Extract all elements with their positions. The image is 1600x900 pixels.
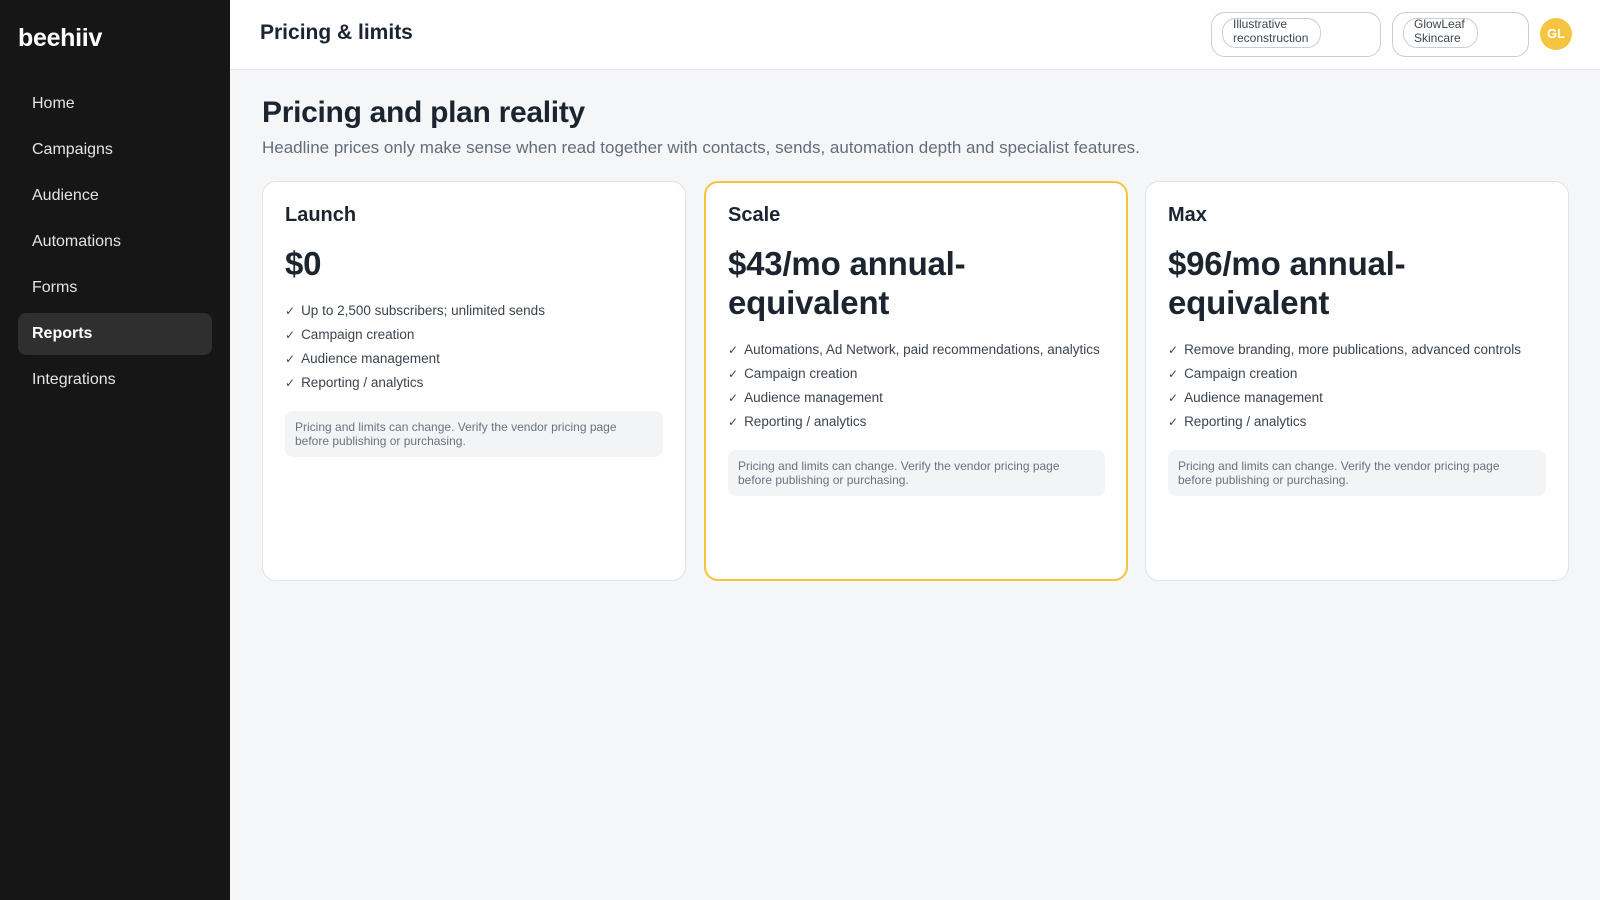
check-icon: ✓ bbox=[728, 367, 739, 381]
plan-card-launch: Launch $0 ✓ Up to 2,500 subscribers; unli… bbox=[262, 181, 686, 581]
page-subtitle: Headline prices only make sense when rea… bbox=[262, 138, 1140, 157]
feature-label: Audience management bbox=[301, 351, 440, 366]
check-icon: ✓ bbox=[285, 328, 296, 342]
feature-item: ✓ Reporting / analytics bbox=[728, 410, 1105, 434]
sidebar-item-reports[interactable]: Reports bbox=[18, 313, 212, 355]
plan-name: Launch bbox=[285, 204, 357, 226]
feature-item: ✓ Audience management bbox=[728, 386, 1105, 410]
sidebar-item-integrations[interactable]: Integrations bbox=[18, 359, 212, 401]
feature-label: Remove branding, more publications, adva… bbox=[1184, 342, 1522, 357]
avatar[interactable]: GL bbox=[1540, 18, 1572, 50]
sidebar-item-home[interactable]: Home bbox=[18, 83, 212, 125]
workspace-name-line1: GlowLeaf bbox=[1414, 18, 1465, 31]
feature-label: Campaign creation bbox=[301, 327, 415, 342]
plan-name: Max bbox=[1168, 204, 1207, 226]
feature-item: ✓ Audience management bbox=[1168, 386, 1546, 410]
check-icon: ✓ bbox=[285, 304, 296, 318]
pricing-disclaimer: Pricing and limits can change. Verify th… bbox=[728, 450, 1105, 496]
feature-item: ✓ Campaign creation bbox=[1168, 362, 1546, 386]
plan-price: $43/mo annual-equivalent bbox=[728, 245, 966, 321]
page-title: Pricing and plan reality bbox=[262, 96, 585, 129]
plan-name: Scale bbox=[728, 204, 781, 226]
check-icon: ✓ bbox=[285, 352, 296, 366]
pricing-disclaimer: Pricing and limits can change. Verify th… bbox=[1168, 450, 1546, 496]
reconstruction-badge-line2: reconstruction bbox=[1233, 31, 1309, 45]
feature-item: ✓ Remove branding, more publications, adv… bbox=[1168, 338, 1546, 362]
check-icon: ✓ bbox=[728, 343, 739, 357]
brand-logo[interactable]: beehiiv bbox=[18, 24, 102, 53]
check-icon: ✓ bbox=[1168, 343, 1179, 357]
reconstruction-badge[interactable]: Illustrative reconstruction bbox=[1211, 12, 1381, 57]
feature-label: Up to 2,500 subscribers; unlimited sends bbox=[301, 303, 545, 318]
reconstruction-badge-inner: Illustrative reconstruction bbox=[1222, 18, 1322, 48]
feature-item: ✓ Campaign creation bbox=[285, 323, 663, 347]
sidebar-item-automations[interactable]: Automations bbox=[18, 221, 212, 263]
sidebar-item-audience[interactable]: Audience bbox=[18, 175, 212, 217]
feature-item: ✓ Reporting / analytics bbox=[285, 371, 663, 395]
check-icon: ✓ bbox=[1168, 367, 1179, 381]
workspace-switcher-inner: GlowLeaf Skincare bbox=[1403, 18, 1478, 48]
feature-item: ✓ Up to 2,500 subscribers; unlimited send… bbox=[285, 299, 663, 323]
feature-label: Campaign creation bbox=[744, 366, 858, 381]
feature-label: Campaign creation bbox=[1184, 366, 1298, 381]
sidebar-item-campaigns[interactable]: Campaigns bbox=[18, 129, 212, 171]
feature-item: ✓ Automations, Ad Network, paid recommend… bbox=[728, 338, 1105, 362]
reconstruction-badge-line1: Illustrative bbox=[1233, 18, 1288, 31]
feature-label: Audience management bbox=[744, 390, 883, 405]
pricing-disclaimer: Pricing and limits can change. Verify th… bbox=[285, 411, 663, 457]
feature-label: Reporting / analytics bbox=[1184, 414, 1307, 429]
workspace-switcher[interactable]: GlowLeaf Skincare bbox=[1392, 12, 1529, 57]
check-icon: ✓ bbox=[1168, 391, 1179, 405]
check-icon: ✓ bbox=[1168, 415, 1179, 429]
feature-list: ✓ Up to 2,500 subscribers; unlimited send… bbox=[285, 299, 663, 395]
check-icon: ✓ bbox=[728, 391, 739, 405]
plan-card-max: Max $96/mo annual-equivalent ✓ Remove bra… bbox=[1145, 181, 1569, 581]
feature-label: Reporting / analytics bbox=[744, 414, 867, 429]
sidebar: beehiiv Home Campaigns Audience Automati… bbox=[0, 0, 230, 900]
feature-item: ✓ Reporting / analytics bbox=[1168, 410, 1546, 434]
feature-label: Reporting / analytics bbox=[301, 375, 424, 390]
check-icon: ✓ bbox=[728, 415, 739, 429]
feature-list: ✓ Automations, Ad Network, paid recommend… bbox=[728, 338, 1105, 434]
top-bar: Pricing & limits Illustrative reconstruc… bbox=[230, 0, 1600, 70]
check-icon: ✓ bbox=[285, 376, 296, 390]
feature-label: Audience management bbox=[1184, 390, 1323, 405]
workspace-name-line2: Skincare bbox=[1414, 31, 1461, 45]
sidebar-nav: Home Campaigns Audience Automations Form… bbox=[18, 83, 212, 405]
feature-label: Automations, Ad Network, paid recommenda… bbox=[744, 342, 1100, 357]
page-header-title: Pricing & limits bbox=[260, 21, 413, 44]
plan-price: $0 bbox=[285, 245, 322, 282]
feature-item: ✓ Campaign creation bbox=[728, 362, 1105, 386]
feature-item: ✓ Audience management bbox=[285, 347, 663, 371]
plan-price: $96/mo annual-equivalent bbox=[1168, 245, 1406, 321]
plan-card-scale: Scale $43/mo annual-equivalent ✓ Automati… bbox=[704, 181, 1128, 581]
sidebar-item-forms[interactable]: Forms bbox=[18, 267, 212, 309]
feature-list: ✓ Remove branding, more publications, adv… bbox=[1168, 338, 1546, 434]
